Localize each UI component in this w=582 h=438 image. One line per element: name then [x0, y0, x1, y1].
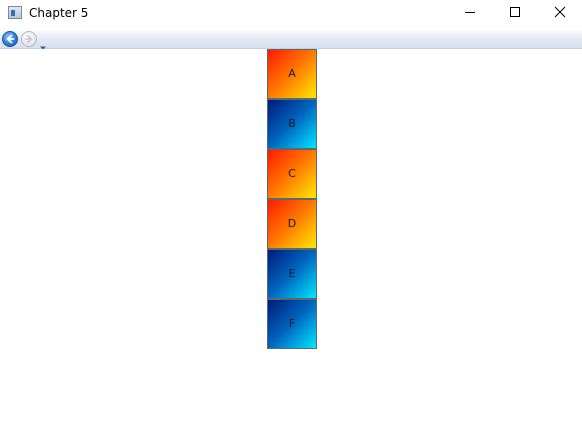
tile-label: C: [288, 167, 296, 180]
close-button[interactable]: [537, 0, 582, 28]
tile-f: F: [267, 299, 317, 349]
tile-b: B: [267, 99, 317, 149]
tile-a: A: [267, 49, 317, 99]
forward-arrow-icon: [24, 34, 33, 44]
tile-c: C: [267, 149, 317, 199]
window-title: Chapter 5: [29, 6, 89, 20]
minimize-button[interactable]: [447, 0, 493, 28]
back-arrow-icon: [6, 34, 15, 44]
title-bar[interactable]: Chapter 5: [0, 0, 582, 30]
history-dropdown-button[interactable]: [39, 36, 47, 50]
tile-label: B: [288, 117, 296, 130]
tile-label: E: [288, 267, 296, 280]
minimize-icon: [465, 12, 475, 13]
app-icon: [8, 6, 22, 19]
tile-d: D: [267, 199, 317, 249]
navigation-toolbar: [0, 30, 582, 50]
tile-stack: A B C D E F: [267, 49, 317, 349]
forward-button[interactable]: [21, 31, 37, 47]
maximize-button[interactable]: [492, 0, 538, 28]
tile-e: E: [267, 249, 317, 299]
page-content: A B C D E F: [0, 49, 582, 438]
maximize-icon: [510, 7, 520, 17]
tile-label: A: [288, 67, 296, 80]
app-window: Chapter 5 A B C D E F: [0, 0, 582, 438]
close-icon: [554, 6, 566, 18]
back-button[interactable]: [2, 31, 18, 47]
tile-label: D: [287, 217, 297, 230]
tile-label: F: [288, 317, 296, 330]
